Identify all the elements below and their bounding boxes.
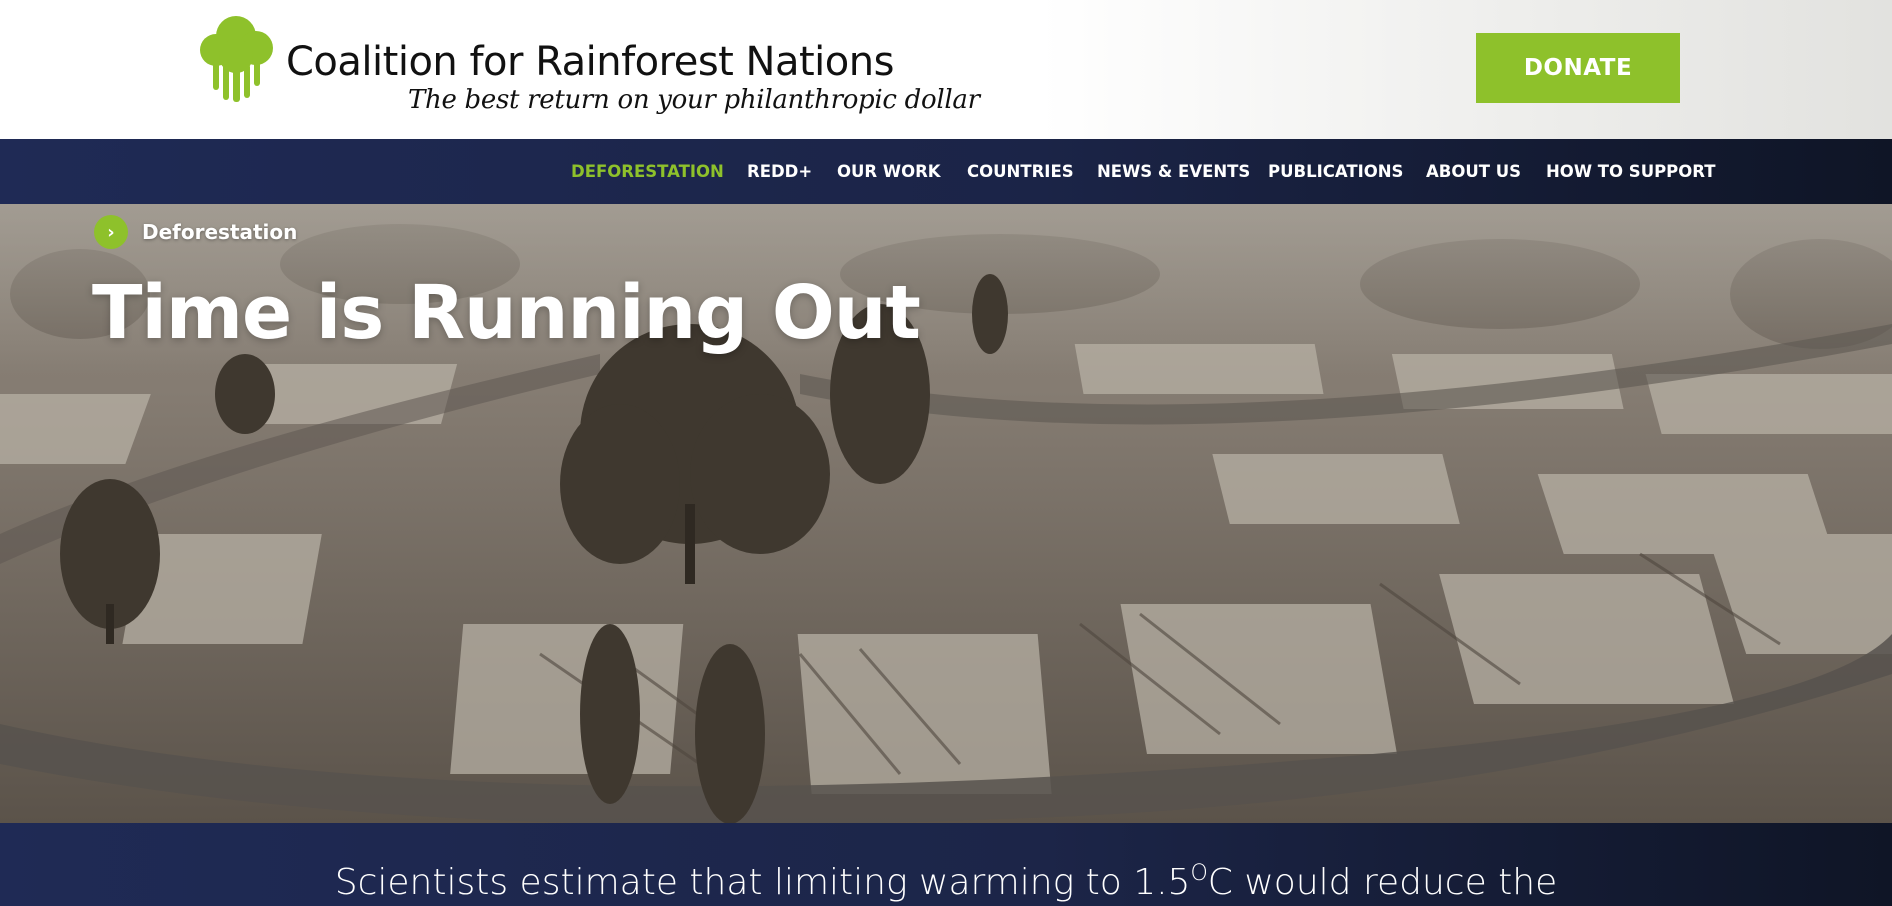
chevron-right-icon[interactable]: ›: [94, 215, 128, 249]
logo-title: Coalition for Rainforest Nations: [286, 39, 894, 85]
site-header: Coalition for Rainforest Nations The bes…: [0, 0, 1892, 139]
nav-item-news-events[interactable]: NEWS & EVENTS: [1097, 139, 1250, 204]
tree-icon: [200, 16, 273, 102]
nav-item-countries[interactable]: COUNTRIES: [967, 139, 1074, 204]
breadcrumb-label[interactable]: Deforestation: [142, 220, 297, 244]
breadcrumb: › Deforestation: [94, 215, 297, 249]
intro-band: Scientists estimate that limiting warmin…: [0, 823, 1892, 906]
donate-button[interactable]: DONATE: [1476, 33, 1680, 103]
main-navigation: DEFORESTATION REDD+ OUR WORK COUNTRIES N…: [0, 139, 1892, 204]
hero-banner: › Deforestation Time is Running Out: [0, 204, 1892, 823]
intro-text-end: C would reduce the: [1207, 862, 1558, 903]
logo-tagline: The best return on your philanthropic do…: [408, 85, 980, 115]
nav-item-about-us[interactable]: ABOUT US: [1426, 139, 1521, 204]
nav-item-how-to-support[interactable]: HOW TO SUPPORT: [1546, 139, 1716, 204]
nav-item-publications[interactable]: PUBLICATIONS: [1268, 139, 1403, 204]
page-title: Time is Running Out: [92, 270, 921, 356]
degree-superscript: O: [1190, 861, 1208, 886]
nav-item-our-work[interactable]: OUR WORK: [837, 139, 941, 204]
intro-text: Scientists estimate that limiting warmin…: [0, 863, 1892, 901]
nav-item-deforestation[interactable]: DEFORESTATION: [571, 139, 724, 204]
intro-text-start: Scientists estimate that limiting warmin…: [334, 862, 1191, 903]
nav-list: DEFORESTATION REDD+ OUR WORK COUNTRIES N…: [0, 139, 1892, 204]
nav-item-redd[interactable]: REDD+: [747, 139, 812, 204]
site-logo[interactable]: Coalition for Rainforest Nations The bes…: [198, 12, 980, 122]
